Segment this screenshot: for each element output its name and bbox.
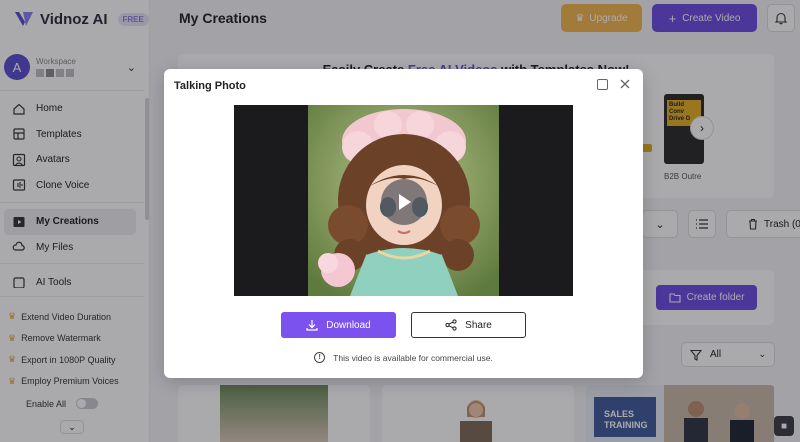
download-icon [306, 320, 318, 331]
share-button[interactable]: Share [411, 312, 526, 338]
video-player[interactable] [234, 105, 573, 296]
download-button[interactable]: Download [281, 312, 396, 338]
play-icon [399, 194, 411, 210]
info-icon: ! [314, 352, 326, 363]
modal-title: Talking Photo [174, 80, 246, 92]
share-label: Share [465, 319, 492, 331]
share-icon [445, 319, 457, 331]
close-icon[interactable] [619, 78, 631, 90]
play-button[interactable] [381, 179, 427, 225]
commercial-use-note: ! This video is available for commercial… [164, 352, 643, 363]
maximize-icon[interactable] [597, 79, 608, 90]
talking-photo-modal: Talking Photo Download Share ! This vide… [164, 69, 643, 378]
download-label: Download [326, 319, 371, 331]
commercial-use-text: This video is available for commercial u… [333, 352, 493, 363]
